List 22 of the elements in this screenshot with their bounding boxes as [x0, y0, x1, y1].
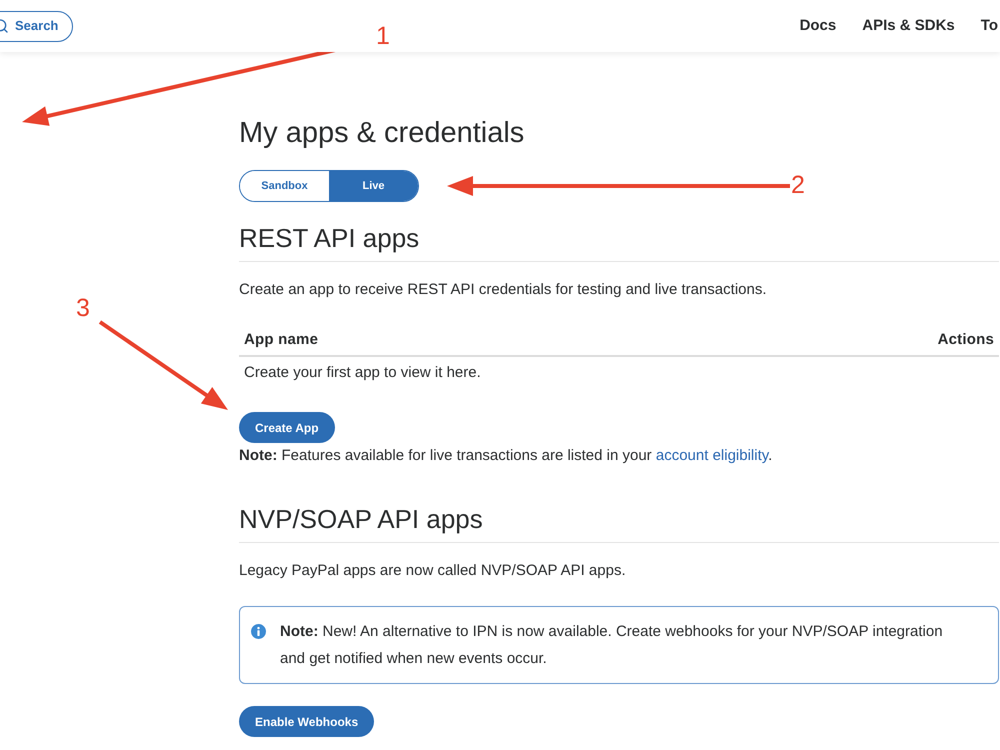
- column-header: App name: [244, 330, 318, 350]
- section-description: Create an app to receive REST API credentials for testing and live transactions.: [239, 280, 768, 300]
- create-app-button[interactable]: Create App: [239, 412, 335, 443]
- annotation-number: 1: [376, 22, 390, 50]
- page-title: My apps & credentials: [239, 116, 526, 151]
- info-note-text: Note: New! An alternative to IPN is now available. Create webhooks for your NVP/SOAP integration and get notified when new events occur.: [280, 622, 944, 669]
- nav-link[interactable]: To: [980, 14, 998, 38]
- column-header: Actions: [938, 330, 994, 350]
- section-heading: REST API apps: [239, 221, 999, 262]
- search-button[interactable]: Search: [0, 10, 74, 42]
- annotation-number: 2: [791, 171, 805, 199]
- info-icon: [251, 624, 266, 639]
- empty-table-message: Create your first app to view it here.: [244, 364, 481, 381]
- section-heading: NVP/SOAP API apps: [239, 502, 999, 543]
- nav-link[interactable]: APIs & SDKs: [862, 14, 955, 38]
- environment-tab[interactable]: Live: [329, 171, 418, 201]
- account-eligibility-link[interactable]: account eligibility: [656, 447, 768, 464]
- enable-webhooks-button[interactable]: Enable Webhooks: [239, 706, 374, 737]
- annotation-number: 3: [76, 294, 90, 322]
- section-description: Legacy PayPal apps are now called NVP/SOAP API apps.: [239, 561, 627, 581]
- note-text: Note: Features available for live transactions are listed in your account eligibility.: [239, 446, 774, 466]
- nav-link[interactable]: Docs: [800, 14, 836, 38]
